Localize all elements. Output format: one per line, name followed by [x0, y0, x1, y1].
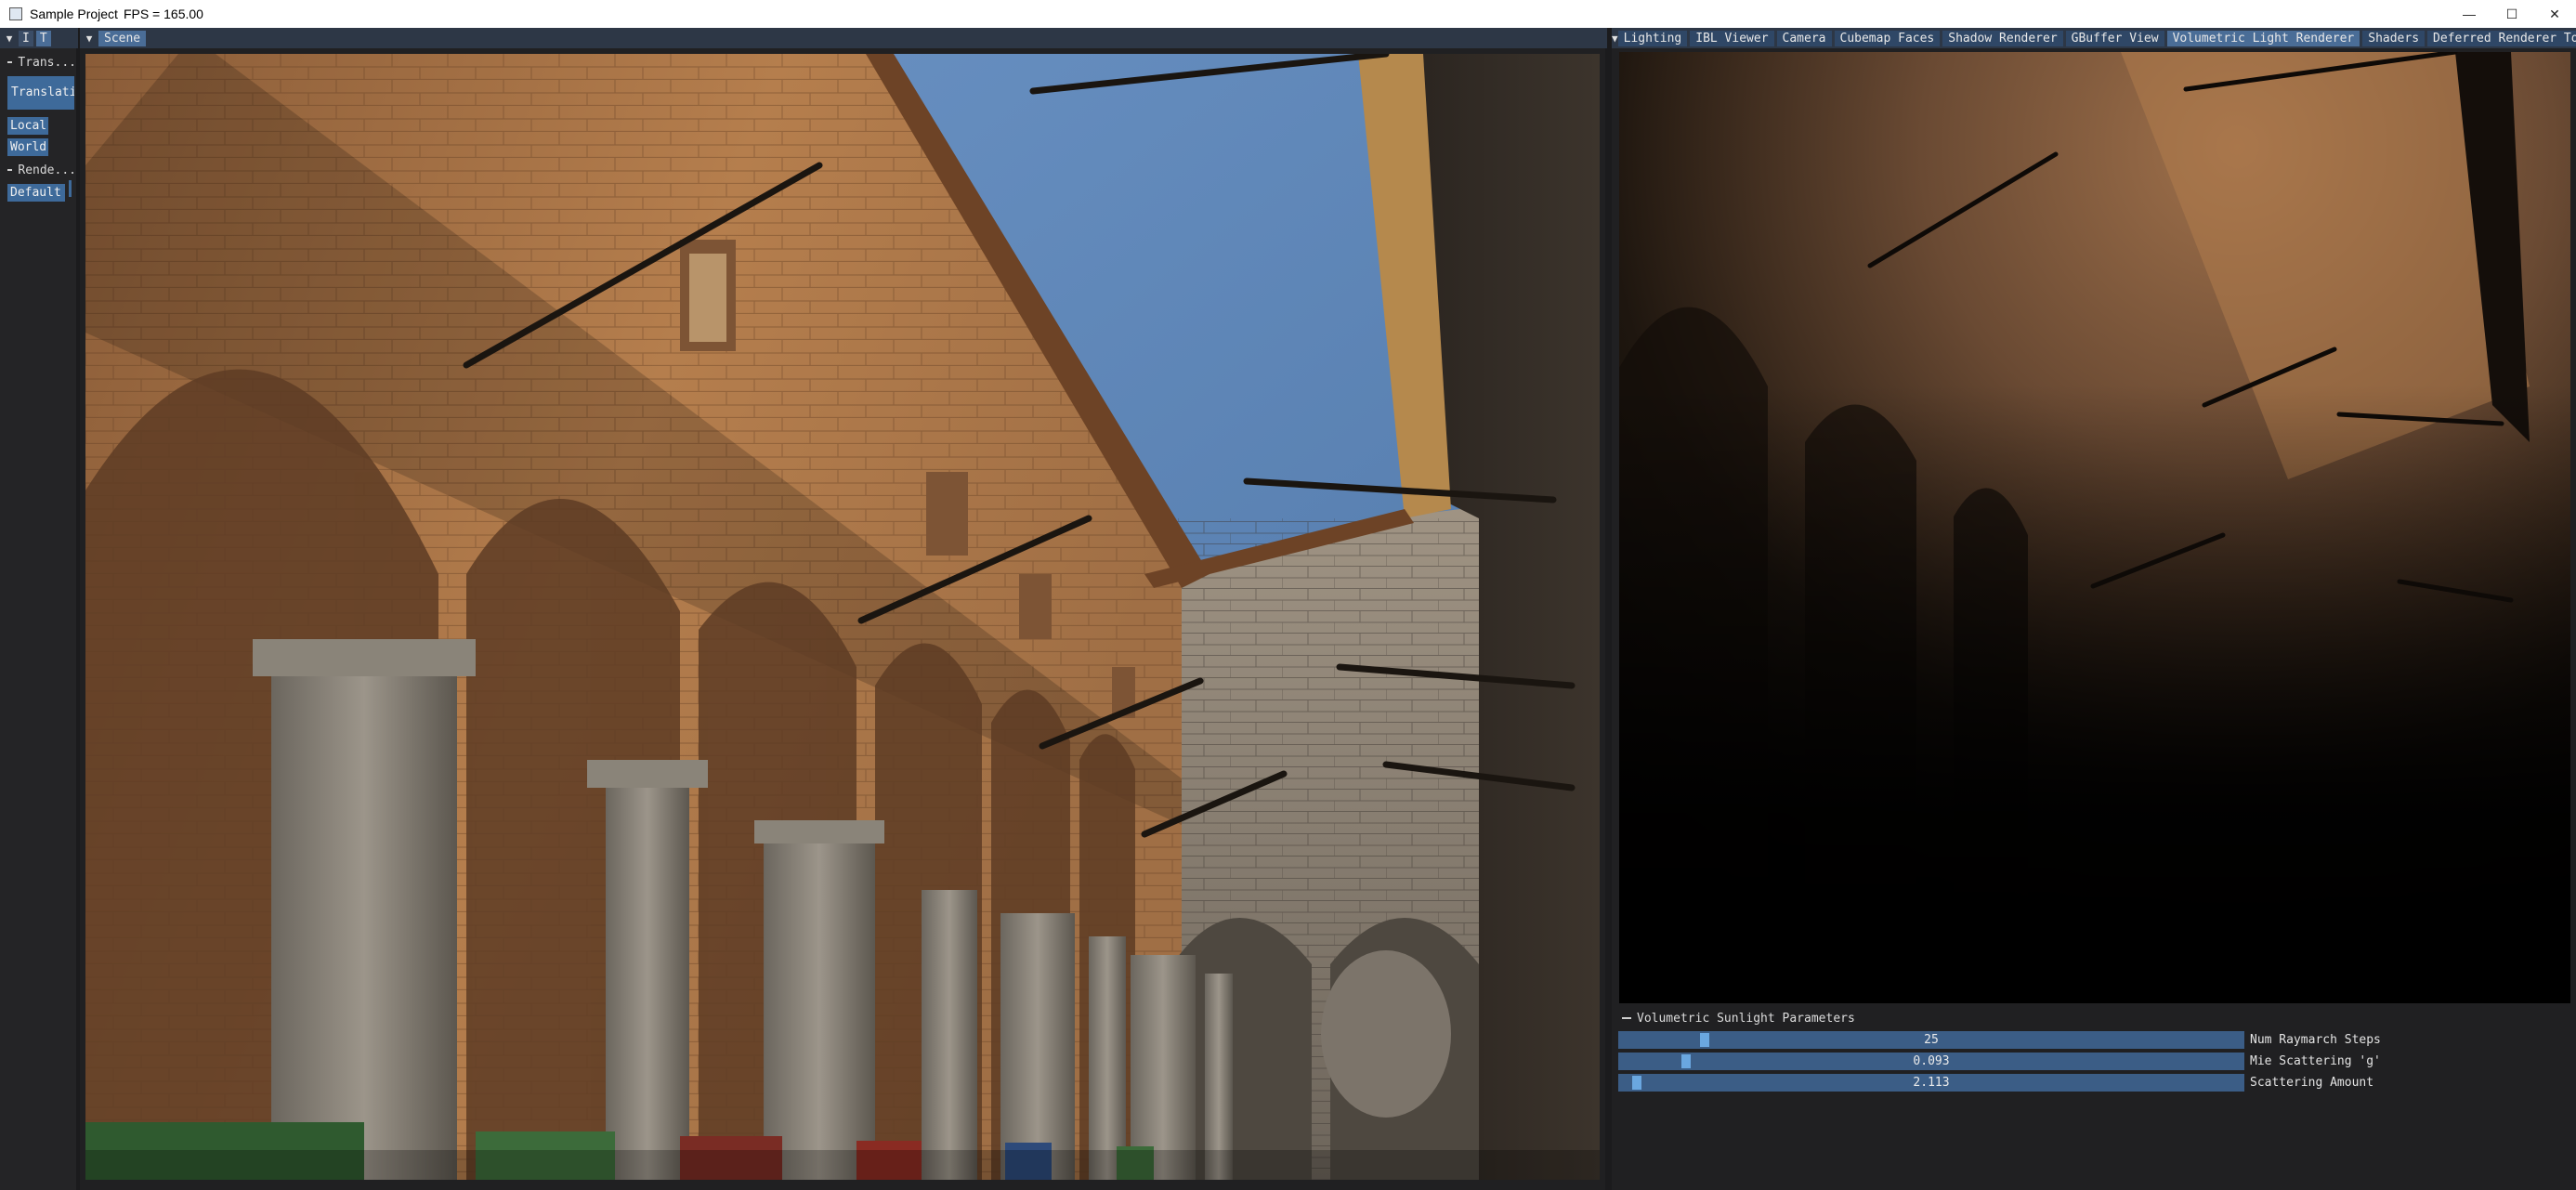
- default-render-button[interactable]: Default: [7, 184, 65, 202]
- tab-volumetric-light-renderer[interactable]: Volumetric Light Renderer: [2166, 30, 2360, 46]
- right-dock-tabbar: ▼ Lighting IBL Viewer Camera Cubemap Fac…: [1612, 28, 2576, 48]
- tab-shadow-renderer[interactable]: Shadow Renderer: [1942, 30, 2063, 46]
- param-row-raymarch-steps: 25 Num Raymarch Steps: [1618, 1030, 2573, 1049]
- fps-readout: FPS = 165.00: [123, 7, 203, 21]
- tab-camera[interactable]: Camera: [1776, 30, 1832, 46]
- tab-ibl-viewer[interactable]: IBL Viewer: [1690, 30, 1774, 46]
- slider-value: 25: [1924, 1032, 1939, 1047]
- transform-section-header[interactable]: Trans...: [0, 52, 76, 72]
- volumetric-light-view: [1619, 52, 2570, 1003]
- collapse-icon: [1622, 1017, 1631, 1019]
- render-section-label: Rende...: [18, 163, 76, 177]
- raymarch-steps-slider[interactable]: 25: [1618, 1030, 2244, 1049]
- param-label: Num Raymarch Steps: [2250, 1032, 2381, 1047]
- sponza-scene-render: [85, 54, 1600, 1180]
- volumetric-light-render: [1619, 52, 2570, 1003]
- left-panel-scrollbar[interactable]: [69, 180, 72, 197]
- tab-shaders[interactable]: Shaders: [2362, 30, 2426, 46]
- world-space-button[interactable]: World: [7, 138, 48, 156]
- tab-cubemap-faces[interactable]: Cubemap Faces: [1834, 30, 1941, 46]
- maximize-icon: ☐: [2505, 6, 2518, 21]
- mie-scattering-g-slider[interactable]: 0.093: [1618, 1052, 2244, 1070]
- tab-lighting[interactable]: Lighting: [1617, 30, 1688, 46]
- collapse-icon: [7, 169, 13, 171]
- left-tabbar: ▼ I T: [0, 28, 78, 48]
- param-row-mie-g: 0.093 Mie Scattering 'g': [1618, 1052, 2573, 1070]
- tab-scene[interactable]: Scene: [98, 30, 147, 46]
- maximize-button[interactable]: ☐: [2491, 0, 2533, 28]
- param-label: Scattering Amount: [2250, 1075, 2374, 1090]
- scene-window: [80, 48, 1605, 1190]
- slider-value: 0.093: [1913, 1053, 1950, 1068]
- param-row-scattering-amount: 2.113 Scattering Amount: [1618, 1073, 2573, 1092]
- params-section-header[interactable]: Volumetric Sunlight Parameters: [1618, 1009, 2573, 1027]
- param-label: Mie Scattering 'g': [2250, 1053, 2381, 1068]
- transform-section-label: Trans...: [18, 55, 76, 70]
- volumetric-params-panel: Volumetric Sunlight Parameters 25 Num Ra…: [1618, 1009, 2573, 1092]
- translation-button[interactable]: Translatio: [7, 76, 74, 110]
- render-section-header[interactable]: Rende...: [0, 160, 76, 180]
- slider-value: 2.113: [1913, 1075, 1950, 1090]
- scattering-amount-slider[interactable]: 2.113: [1618, 1073, 2244, 1092]
- scene-dock-menu-icon[interactable]: ▼: [80, 28, 98, 48]
- params-header-label: Volumetric Sunlight Parameters: [1637, 1011, 1855, 1026]
- left-panel: Trans... Translatio Local World Rende...…: [0, 48, 76, 1190]
- minimize-icon: —: [2463, 7, 2476, 21]
- tab-gbuffer-view[interactable]: GBuffer View: [2065, 30, 2164, 46]
- local-space-button[interactable]: Local: [7, 117, 48, 135]
- tab-deferred-renderer-toolbar[interactable]: Deferred Renderer Toolbar: [2427, 30, 2576, 46]
- app-icon: [9, 7, 22, 20]
- collapse-icon: [7, 61, 13, 63]
- left-dock-menu-icon[interactable]: ▼: [0, 28, 19, 48]
- close-icon: ✕: [2549, 6, 2560, 21]
- window-title: Sample Project: [30, 7, 118, 21]
- tab-inspector[interactable]: I: [19, 30, 33, 46]
- scene-tabbar: ▼ Scene: [80, 28, 1607, 48]
- scene-viewport[interactable]: [85, 54, 1600, 1180]
- close-button[interactable]: ✕: [2533, 0, 2576, 28]
- window-titlebar: Sample Project FPS = 165.00 — ☐ ✕: [0, 0, 2576, 28]
- right-dock-menu-icon[interactable]: ▼: [1612, 28, 1618, 48]
- minimize-button[interactable]: —: [2448, 0, 2491, 28]
- tab-transform[interactable]: T: [35, 30, 51, 46]
